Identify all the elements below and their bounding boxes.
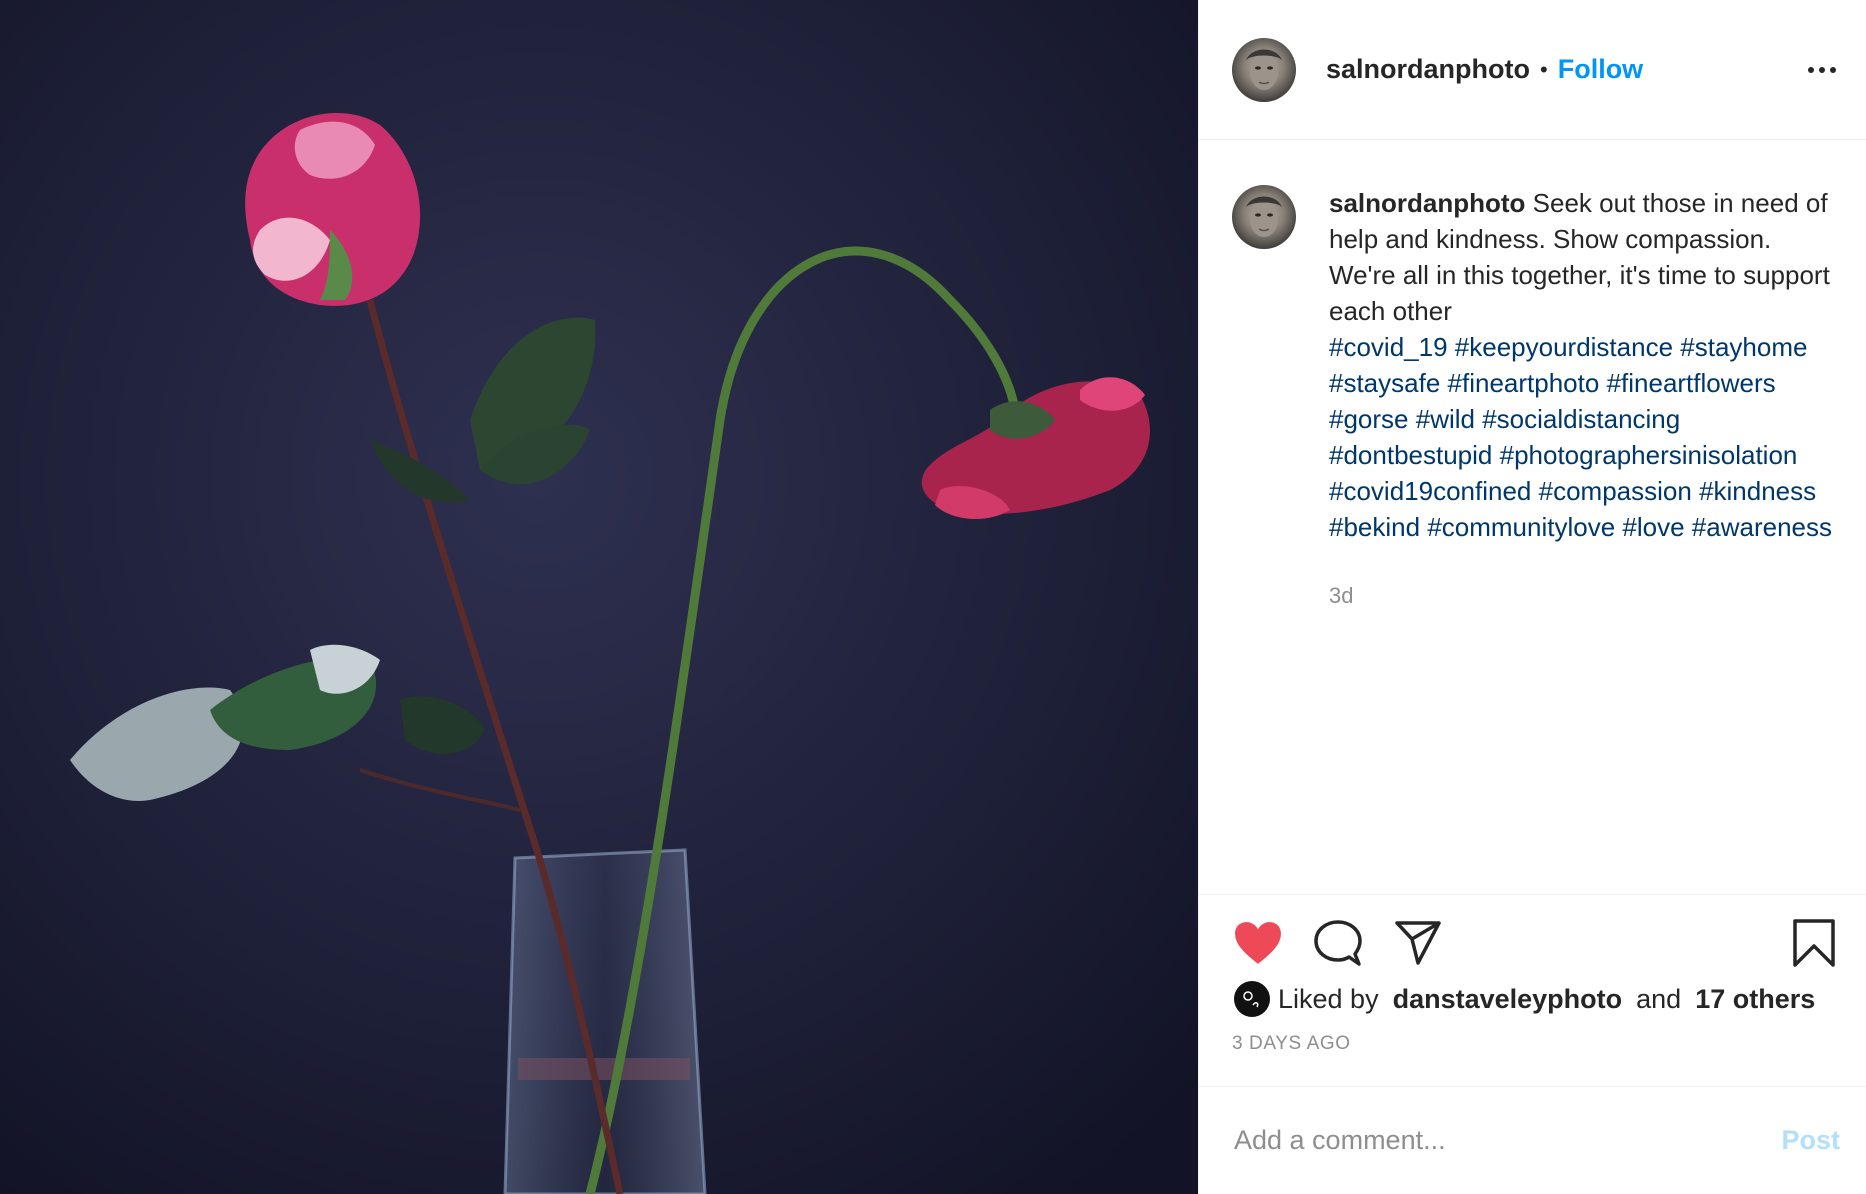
share-icon (1395, 921, 1441, 965)
hashtag[interactable]: #socialdistancing (1482, 404, 1680, 434)
comment-input[interactable] (1232, 1124, 1782, 1157)
liker-logo-icon (1235, 982, 1269, 1016)
hashtag[interactable]: #gorse (1329, 404, 1409, 434)
liker-username[interactable]: danstaveleyphoto (1393, 984, 1623, 1015)
share-button[interactable] (1392, 917, 1444, 969)
more-icon-dot (1830, 66, 1836, 73)
add-comment-bar: Post (1199, 1086, 1866, 1194)
liked-by-label: Liked by (1278, 983, 1379, 1014)
likes-summary: Liked by danstaveleyphoto and 17 others (1232, 981, 1840, 1017)
liker-avatar[interactable] (1234, 981, 1270, 1017)
instagram-post: salnordanphoto • Follow salnordanphoto S… (0, 0, 1866, 1194)
hashtag[interactable]: #staysafe (1329, 368, 1440, 398)
hashtag[interactable]: #love (1622, 512, 1684, 542)
more-options-button[interactable] (1808, 57, 1836, 83)
hashtag[interactable]: #keepyourdistance (1455, 332, 1673, 362)
hashtag[interactable]: #stayhome (1680, 332, 1807, 362)
caption-text: salnordanphoto Seek out those in need of… (1329, 185, 1839, 545)
hashtag[interactable]: #bekind (1329, 512, 1420, 542)
actions-area: Liked by danstaveleyphoto and 17 others … (1199, 894, 1866, 1086)
face-icon (1246, 196, 1282, 237)
hashtag[interactable]: #fineartflowers (1607, 368, 1776, 398)
save-button[interactable] (1788, 917, 1840, 969)
hashtag[interactable]: #compassion (1539, 476, 1692, 506)
author-avatar[interactable] (1232, 37, 1296, 102)
follow-button[interactable]: Follow (1558, 54, 1643, 85)
action-icons (1232, 917, 1840, 969)
post-date[interactable]: 3 DAYS AGO (1232, 1033, 1840, 1055)
hashtag[interactable]: #covid19confined (1329, 476, 1531, 506)
bookmark-icon (1793, 919, 1835, 967)
hashtag[interactable]: #awareness (1692, 512, 1832, 542)
heart-icon (1235, 922, 1281, 964)
flowers-in-vase-image (0, 0, 1198, 1194)
post-sidebar: salnordanphoto • Follow salnordanphoto S… (1198, 0, 1866, 1194)
more-icon (1808, 66, 1814, 73)
hashtag[interactable]: #photographersinisolation (1500, 440, 1798, 470)
hashtag[interactable]: #covid_19 (1329, 332, 1448, 362)
comments-area: salnordanphoto Seek out those in need of… (1199, 140, 1866, 894)
separator-dot: • (1540, 56, 1548, 82)
post-photo[interactable] (0, 0, 1198, 1194)
face-icon (1246, 49, 1282, 90)
hashtag[interactable]: #fineartphoto (1448, 368, 1600, 398)
hashtag[interactable]: #kindness (1699, 476, 1816, 506)
caption-age[interactable]: 3d (1329, 583, 1840, 609)
post-comment-button[interactable]: Post (1781, 1125, 1840, 1156)
hashtag[interactable]: #dontbestupid (1329, 440, 1492, 470)
author-username[interactable]: salnordanphoto (1326, 54, 1530, 85)
hashtag[interactable]: #wild (1416, 404, 1475, 434)
caption-row: salnordanphoto Seek out those in need of… (1232, 185, 1840, 545)
likes-others-count[interactable]: 17 others (1695, 984, 1815, 1015)
hashtag-list: #covid_19 #keepyourdistance #stayhome #s… (1329, 329, 1839, 545)
likes-and-label: and (1636, 983, 1682, 1014)
comment-button[interactable] (1312, 917, 1364, 969)
post-header: salnordanphoto • Follow (1199, 0, 1866, 140)
more-icon-dot (1819, 66, 1825, 73)
comment-icon (1314, 920, 1362, 966)
caption-author-avatar[interactable] (1232, 185, 1296, 249)
caption-username[interactable]: salnordanphoto (1329, 188, 1525, 218)
like-button[interactable] (1232, 917, 1284, 969)
hashtag[interactable]: #communitylove (1427, 512, 1615, 542)
